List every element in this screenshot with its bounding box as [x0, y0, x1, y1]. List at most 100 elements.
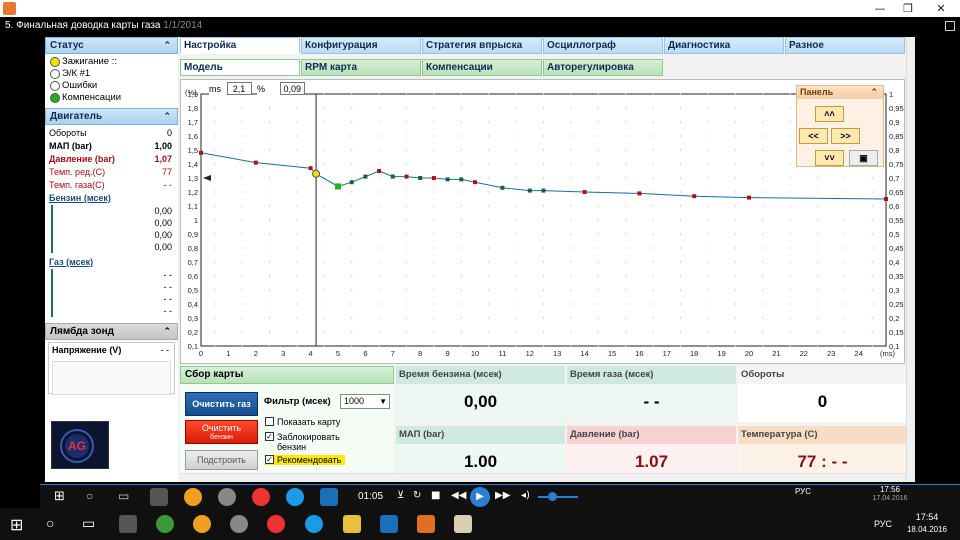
grid-dot [323, 289, 325, 291]
play-button[interactable]: ▶ [470, 487, 490, 507]
tab-compensations[interactable]: Компенсации [422, 59, 542, 76]
avast-icon[interactable] [193, 515, 211, 533]
collect-map-body: Очистить газ Очистить бензин Подстроить … [180, 384, 394, 482]
grid-dot [214, 135, 216, 137]
calculator-icon[interactable] [119, 515, 137, 533]
tab-injection-strategy[interactable]: Стратегия впрыска [422, 37, 542, 54]
recommend-checkbox[interactable]: ✓ Рекомендовать [265, 455, 346, 465]
shift-up-button[interactable]: ˄˄ [815, 106, 844, 122]
forward-icon[interactable]: ▶▶ [495, 490, 510, 501]
float-panel-header[interactable]: Панель ⌃ [797, 86, 883, 99]
grid-dot [734, 93, 736, 95]
tab-diagnostics[interactable]: Диагностика [664, 37, 784, 54]
c-app-icon[interactable] [380, 515, 398, 533]
collapse-icon[interactable]: ⌃ [870, 86, 878, 99]
data-point [404, 174, 409, 179]
collapse-icon[interactable]: ⌃ [163, 324, 171, 339]
tray-date[interactable]: 18.04.2016 [901, 525, 953, 534]
skype-icon[interactable] [305, 515, 323, 533]
window-title-ghost: 1/1/2014 [163, 20, 203, 31]
photo-app-icon[interactable] [417, 515, 435, 533]
shift-left-button[interactable]: << [799, 128, 828, 144]
y2-tick-label: 0,3 [889, 286, 899, 295]
horizontal-scrollbar[interactable] [180, 473, 906, 482]
tab-configuration[interactable]: Конфигурация [301, 37, 421, 54]
grid-dot [241, 135, 243, 137]
maximize-icon[interactable]: ❐ [893, 1, 923, 16]
grid-dot [515, 121, 517, 123]
filter-select[interactable]: 1000 ▼ [340, 394, 390, 409]
vertical-scrollbar[interactable] [906, 37, 915, 482]
player-taskbar-icon[interactable] [454, 515, 472, 533]
tray-time[interactable]: 17:54 [903, 512, 951, 522]
lambda-header[interactable]: Лямбда зонд ⌃ [45, 323, 178, 340]
fullscreen-icon[interactable] [945, 21, 955, 31]
checkbox-box[interactable] [265, 417, 274, 426]
volume-icon[interactable]: ◂) [521, 490, 530, 501]
grid-dot [762, 107, 764, 109]
rewind-icon[interactable]: ◀◀ [451, 490, 466, 501]
grid-dot [871, 275, 873, 277]
x-tick-label: 17 [663, 349, 671, 358]
clear-gas-button[interactable]: Очистить газ [185, 392, 258, 416]
petrol-link[interactable]: Бензин (мсек) [45, 192, 178, 205]
build-button[interactable]: Подстроить [185, 450, 258, 470]
grid-dot [625, 107, 627, 109]
checkbox-box[interactable]: ✓ [265, 455, 274, 464]
tab-oscilloscope[interactable]: Осциллограф [543, 37, 663, 54]
task-view-icon[interactable]: ▭ [82, 515, 95, 532]
checkbox-box[interactable]: ✓ [265, 432, 274, 441]
tab-misc[interactable]: Разное [785, 37, 905, 54]
grid-dot [789, 289, 791, 291]
gas-value: - - [51, 281, 178, 293]
close-icon[interactable]: ✕ [926, 1, 956, 16]
grid-dot [460, 345, 462, 347]
repeat-icon[interactable]: ↻ [413, 490, 421, 501]
grid-dot [241, 289, 243, 291]
grid-dot [871, 247, 873, 249]
volume-knob[interactable] [548, 492, 557, 501]
shift-down-button[interactable]: ˅˅ [815, 150, 844, 166]
grid-dot [652, 303, 654, 305]
block-petrol-checkbox[interactable]: ✓ Заблокировать бензин [265, 432, 340, 452]
grid-dot [844, 233, 846, 235]
shift-right-button[interactable]: >> [831, 128, 860, 144]
status-dot-icon [50, 81, 60, 91]
app-icon[interactable] [230, 515, 248, 533]
model-chart[interactable]: 0,1 0,2 0,3 0,4 0,5 0,6 0,7 0,8 0,9 1 1,1 1,2 1,3 1,4… [180, 79, 905, 364]
torrent-icon[interactable] [156, 515, 174, 533]
grid-dot [269, 135, 270, 137]
folder-icon[interactable] [343, 515, 361, 533]
grid-dot [351, 345, 353, 347]
chrome-icon[interactable] [267, 515, 285, 533]
grid-dot [652, 121, 654, 123]
status-header[interactable]: Статус ⌃ [45, 37, 178, 54]
tray-lang[interactable]: РУС [868, 519, 898, 529]
x-tick-label: 9 [446, 349, 450, 358]
collapse-icon[interactable]: ⌃ [163, 109, 171, 124]
grid-dot [789, 177, 791, 179]
tab-model[interactable]: Модель [180, 59, 300, 76]
clear-petrol-button[interactable]: Очистить бензин [185, 420, 258, 444]
grid-dot [269, 149, 270, 151]
show-map-checkbox[interactable]: Показать карту [265, 417, 340, 427]
tab-rpm-map[interactable]: RPM карта [301, 59, 421, 76]
grid-dot [597, 121, 599, 123]
grid-dot [789, 107, 791, 109]
stop-icon[interactable]: ■ [431, 490, 440, 501]
gas-link[interactable]: Газ (мсек) [45, 256, 178, 269]
collapse-icon[interactable]: ⌃ [163, 38, 171, 53]
chapter-icon[interactable]: ⊻ [397, 490, 404, 501]
tab-auto-adjust[interactable]: Авторегулировка [543, 59, 663, 76]
tab-setup[interactable]: Настройка [180, 37, 300, 54]
grid-dot [269, 289, 270, 291]
engine-header[interactable]: Двигатель ⌃ [45, 108, 178, 125]
windows-start-icon[interactable]: ⊞ [10, 515, 23, 534]
grid-dot [433, 121, 435, 123]
volume-slider[interactable] [538, 496, 578, 498]
grid-dot [406, 275, 407, 277]
data-point [377, 169, 382, 173]
search-icon[interactable]: ○ [46, 515, 54, 531]
copy-icon[interactable]: ▣ [849, 150, 878, 166]
minimize-icon[interactable]: — [865, 1, 895, 16]
